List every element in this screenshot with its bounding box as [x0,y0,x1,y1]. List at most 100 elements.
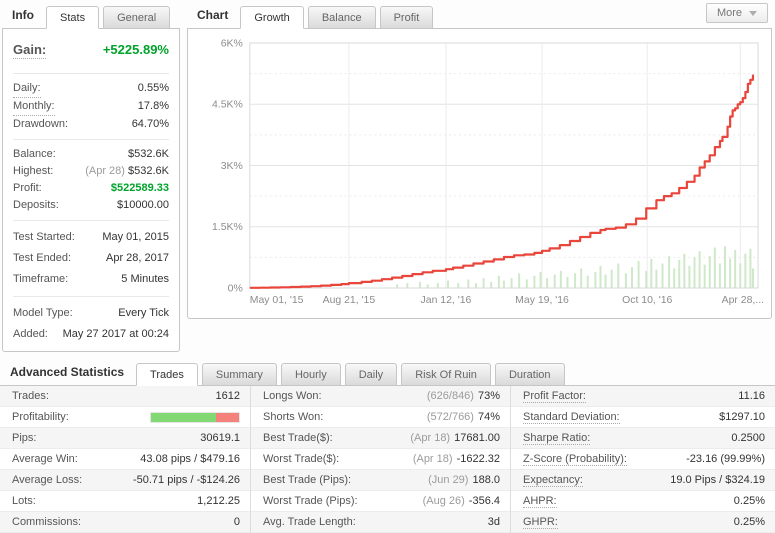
best-trade-usd-label: Best Trade($): [263,432,333,444]
z-score-label[interactable]: Z-Score (Probability): [523,453,627,466]
best-trade-usd-value: 17681.00 [454,432,500,444]
longs-won-ratio: (626/846) [427,390,474,402]
tab-trades[interactable]: Trades [136,363,198,386]
avg-trade-length-label: Avg. Trade Length: [263,516,356,528]
drawdown-value: 64.70% [132,116,169,133]
chart-tabbar: Chart Growth Balance Profit More [187,2,772,29]
tab-stats[interactable]: Stats [46,6,99,29]
svg-text:3K%: 3K% [221,161,243,172]
tab-hourly[interactable]: Hourly [281,363,341,386]
expectancy-value: 19.0 Pips / $324.19 [670,474,765,486]
gain-row: Gain: +5225.89% [13,35,169,67]
monthly-label[interactable]: Monthly: [13,98,55,116]
timeframe-label: Timeframe: [13,269,68,290]
info-panel: Info Stats General Gain: +5225.89% Daily… [2,2,180,352]
account-group: Balance: $532.6K Highest: (Apr 28) $532.… [13,140,169,221]
profit-factor-row: Profit Factor: 11.16 [511,386,775,407]
pips-value: 30619.1 [200,432,240,444]
growth-chart-svg[interactable]: 0%1.5K%3K%4.5K%6K%May 01, '15Aug 21, '15… [188,29,771,319]
test-ended-label: Test Ended: [13,248,71,269]
monthly-row: Monthly: 17.8% [13,98,169,116]
best-trade-usd-date: (Apr 18) [410,432,450,444]
tab-duration[interactable]: Duration [495,363,565,386]
added-label: Added: [13,324,48,345]
shorts-won-ratio: (572/766) [427,411,474,423]
gain-group: Gain: +5225.89% [13,29,169,74]
adv-col-1: Trades: 1612 Profitability: Pips: 30619.… [0,386,250,533]
profitability-bar [150,412,240,423]
model-type-row: Model Type: Every Tick [13,303,169,324]
highest-value: $532.6K [128,165,169,177]
svg-text:0%: 0% [228,283,243,294]
ahpr-label[interactable]: AHPR: [523,495,557,508]
test-group: Test Started: May 01, 2015 Test Ended: A… [13,221,169,297]
deposits-row: Deposits: $10000.00 [13,197,169,214]
pips-row: Pips: 30619.1 [0,428,250,449]
more-button[interactable]: More [706,3,768,23]
commissions-label: Commissions: [12,516,81,528]
profit-value: $522589.33 [111,180,169,197]
trades-label: Trades: [12,390,49,402]
standard-deviation-label[interactable]: Standard Deviation: [523,411,620,424]
info-panel-title: Info [6,8,46,28]
tab-risk-of-ruin[interactable]: Risk Of Ruin [401,363,491,386]
daily-value: 0.55% [138,80,169,97]
svg-text:6K%: 6K% [221,38,243,49]
average-win-value: 43.08 pips / $479.16 [140,453,240,465]
ghpr-label[interactable]: GHPR: [523,516,558,529]
svg-text:Jan 12, '16: Jan 12, '16 [421,295,472,306]
sharpe-ratio-value: 0.2500 [731,432,765,444]
worst-trade-usd-row: Worst Trade($): (Apr 18)-1622.32 [251,449,510,470]
svg-text:Oct 10, '16: Oct 10, '16 [622,295,672,306]
longs-won-row: Longs Won: (626/846)73% [251,386,510,407]
profit-factor-value: 11.16 [738,390,765,402]
lots-value: 1,212.25 [197,495,240,507]
highest-date: (Apr 28) [85,165,125,177]
test-started-value: May 01, 2015 [102,227,169,248]
added-value: May 27 2017 at 00:24 [63,324,169,345]
tab-general[interactable]: General [103,6,170,29]
svg-text:May 19, '16: May 19, '16 [515,295,569,306]
tab-profit[interactable]: Profit [380,6,434,29]
gain-label[interactable]: Gain: [13,41,46,59]
trades-value: 1612 [216,390,240,402]
added-row: Added: May 27 2017 at 00:24 [13,324,169,345]
test-ended-value: Apr 28, 2017 [106,248,169,269]
tab-balance[interactable]: Balance [308,6,376,29]
ghpr-value: 0.25% [734,516,765,528]
z-score-row: Z-Score (Probability): -23.16 (99.99%) [511,449,775,470]
best-trade-pips-row: Best Trade (Pips): (Jun 29)188.0 [251,470,510,491]
meta-group: Model Type: Every Tick Added: May 27 201… [13,297,169,351]
commissions-value: 0 [234,516,240,528]
tab-daily[interactable]: Daily [345,363,397,386]
chart-panel-title: Chart [191,8,240,28]
average-loss-label: Average Loss: [12,474,82,486]
tab-growth[interactable]: Growth [240,6,303,29]
profitability-label: Profitability: [12,411,69,423]
worst-trade-pips-value: -356.4 [469,495,500,507]
best-trade-usd-row: Best Trade($): (Apr 18) 17681.00 [251,428,510,449]
adv-col-2: Longs Won: (626/846)73% Shorts Won: (572… [250,386,510,533]
shorts-won-row: Shorts Won: (572/766)74% [251,407,510,428]
standard-deviation-value: $1297.10 [719,411,765,423]
balance-label: Balance: [13,146,56,163]
lots-label: Lots: [12,495,36,507]
shorts-won-label: Shorts Won: [263,411,323,423]
worst-trade-pips-row: Worst Trade (Pips): (Aug 26)-356.4 [251,491,510,512]
more-button-label: More [717,7,742,19]
chart-panel: Chart Growth Balance Profit More 0%1.5K%… [187,2,772,352]
test-started-label: Test Started: [13,227,75,248]
balance-value: $532.6K [128,146,169,163]
deposits-value: $10000.00 [117,197,169,214]
sharpe-ratio-label[interactable]: Sharpe Ratio: [523,432,590,445]
commissions-row: Commissions: 0 [0,512,250,533]
profitability-bar-win [151,413,216,422]
highest-row: Highest: (Apr 28) $532.6K [13,163,169,180]
expectancy-label[interactable]: Expectancy: [523,474,583,487]
timeframe-row: Timeframe: 5 Minutes [13,269,169,290]
worst-trade-pips-date: (Aug 26) [423,495,465,507]
tab-summary[interactable]: Summary [202,363,277,386]
daily-label[interactable]: Daily: [13,80,41,98]
svg-text:Apr 28,...: Apr 28,... [722,295,764,306]
profit-factor-label[interactable]: Profit Factor: [523,390,586,403]
